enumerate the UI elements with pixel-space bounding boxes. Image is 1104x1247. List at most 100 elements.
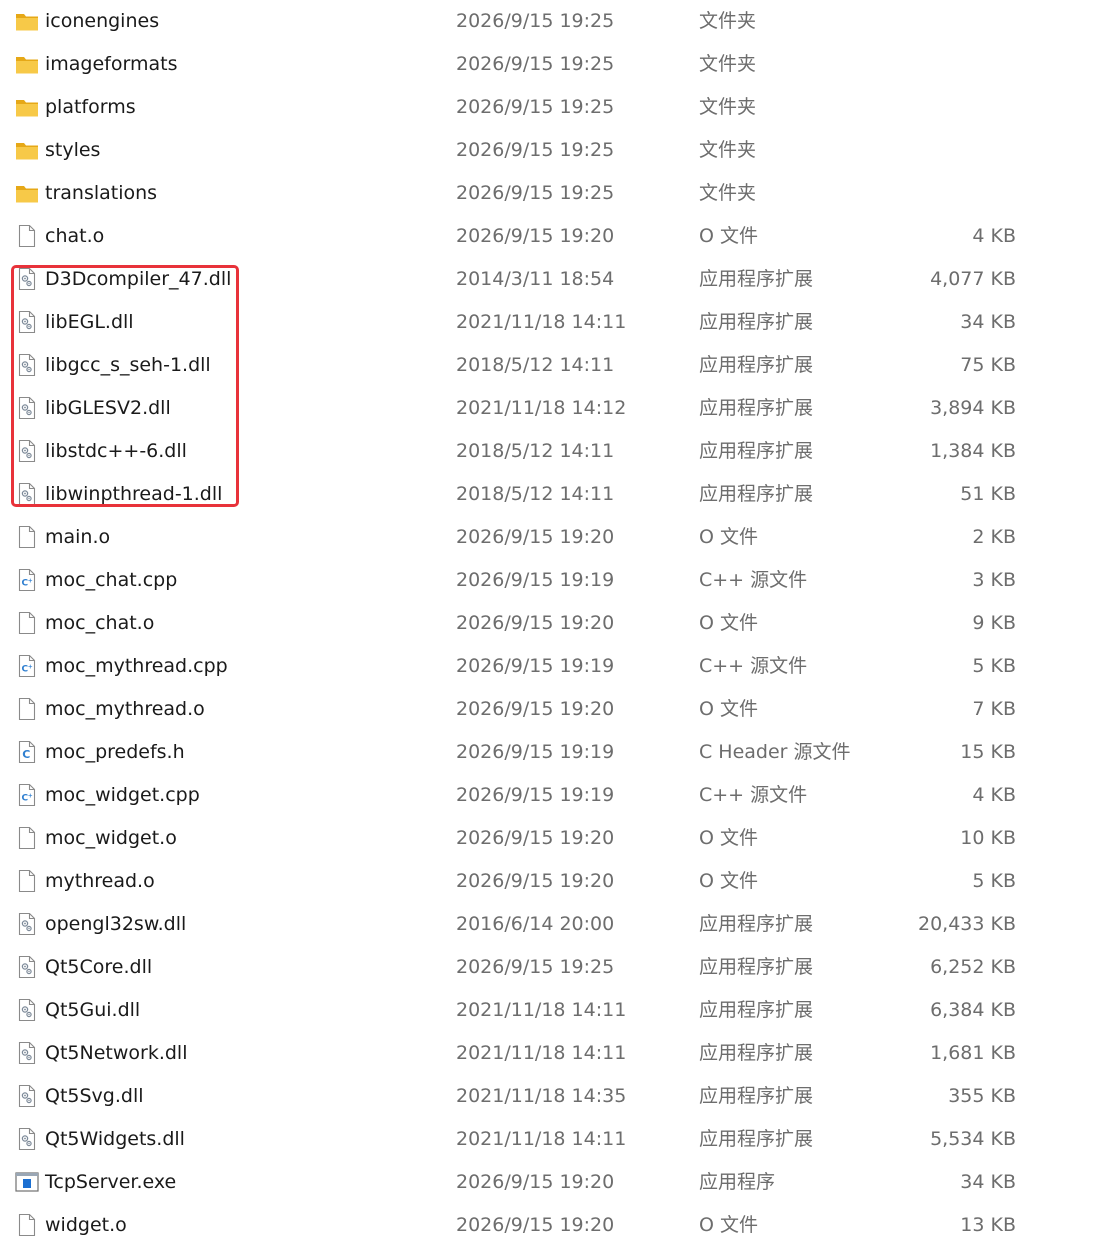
dll-icon: [14, 266, 40, 292]
file-row[interactable]: libwinpthread-1.dll 2018/5/12 14:11 应用程序扩展…: [0, 473, 1104, 516]
file-size: 13 KB: [960, 1214, 1016, 1236]
file-name: Qt5Core.dll: [45, 956, 153, 978]
file-size: 75 KB: [960, 354, 1016, 376]
dll-icon: [14, 1040, 40, 1066]
modified-date: 2021/11/18 14:11: [456, 999, 627, 1021]
file-name: moc_widget.o: [45, 827, 177, 849]
file-name: TcpServer.exe: [45, 1171, 177, 1193]
file-type: C Header 源文件: [699, 741, 851, 763]
file-type: 文件夹: [699, 10, 757, 32]
file-type: 文件夹: [699, 53, 757, 75]
file-row[interactable]: Qt5Core.dll 2026/9/15 19:25 应用程序扩展 6,252 KB: [0, 946, 1104, 989]
folder-icon: [14, 51, 40, 77]
svg-text:+: +: [28, 793, 33, 800]
folder-icon: [14, 8, 40, 34]
file-row[interactable]: styles 2026/9/15 19:25 文件夹: [0, 129, 1104, 172]
file-row[interactable]: imageformats 2026/9/15 19:25 文件夹: [0, 43, 1104, 86]
modified-date: 2014/3/11 18:54: [456, 268, 615, 290]
file-size: 15 KB: [960, 741, 1016, 763]
file-type: O 文件: [699, 1214, 758, 1236]
file-list: iconengines 2026/9/15 19:25 文件夹 imageforma…: [0, 0, 1104, 1247]
dll-icon: [14, 1083, 40, 1109]
file-size: 4 KB: [972, 784, 1016, 806]
file-type: 应用程序扩展: [699, 999, 814, 1021]
file-row[interactable]: C + moc_chat.cpp 2026/9/15 19:19 C++ 源文件 3 …: [0, 559, 1104, 602]
file-row[interactable]: C moc_predefs.h 2026/9/15 19:19 C Header 源…: [0, 731, 1104, 774]
file-row[interactable]: moc_chat.o 2026/9/15 19:20 O 文件 9 KB: [0, 602, 1104, 645]
file-name: D3Dcompiler_47.dll: [45, 268, 232, 290]
file-row[interactable]: libstdc++-6.dll 2018/5/12 14:11 应用程序扩展 1,38…: [0, 430, 1104, 473]
cpp-file-icon: C +: [14, 567, 40, 593]
file-name: Qt5Widgets.dll: [45, 1128, 185, 1150]
file-row[interactable]: moc_mythread.o 2026/9/15 19:20 O 文件 7 KB: [0, 688, 1104, 731]
file-name: platforms: [45, 96, 136, 118]
file-size: 6,384 KB: [930, 999, 1016, 1021]
dll-icon: [14, 395, 40, 421]
file-name: iconengines: [45, 10, 160, 32]
file-row[interactable]: Qt5Gui.dll 2021/11/18 14:11 应用程序扩展 6,384 KB: [0, 989, 1104, 1032]
file-name: libgcc_s_seh-1.dll: [45, 354, 211, 376]
modified-date: 2026/9/15 19:20: [456, 612, 615, 634]
dll-icon: [14, 911, 40, 937]
file-size: 355 KB: [948, 1085, 1016, 1107]
file-row[interactable]: Qt5Widgets.dll 2021/11/18 14:11 应用程序扩展 5,53…: [0, 1118, 1104, 1161]
file-size: 51 KB: [960, 483, 1016, 505]
file-row[interactable]: C + moc_widget.cpp 2026/9/15 19:19 C++ 源文件…: [0, 774, 1104, 817]
file-row[interactable]: libEGL.dll 2021/11/18 14:11 应用程序扩展 34 KB: [0, 301, 1104, 344]
file-row[interactable]: Qt5Network.dll 2021/11/18 14:11 应用程序扩展 1,68…: [0, 1032, 1104, 1075]
file-name: moc_chat.o: [45, 612, 155, 634]
folder-icon: [14, 137, 40, 163]
file-size: 3 KB: [972, 569, 1016, 591]
file-name: Qt5Svg.dll: [45, 1085, 144, 1107]
file-row[interactable]: libgcc_s_seh-1.dll 2018/5/12 14:11 应用程序扩展 7…: [0, 344, 1104, 387]
dll-icon: [14, 954, 40, 980]
file-name: libstdc++-6.dll: [45, 440, 187, 462]
modified-date: 2026/9/15 19:19: [456, 569, 615, 591]
file-row[interactable]: C + moc_mythread.cpp 2026/9/15 19:19 C++ 源…: [0, 645, 1104, 688]
file-row[interactable]: D3Dcompiler_47.dll 2014/3/11 18:54 应用程序扩展 4…: [0, 258, 1104, 301]
file-row[interactable]: chat.o 2026/9/15 19:20 O 文件 4 KB: [0, 215, 1104, 258]
file-name: main.o: [45, 526, 111, 548]
file-row[interactable]: libGLESV2.dll 2021/11/18 14:12 应用程序扩展 3,894…: [0, 387, 1104, 430]
modified-date: 2026/9/15 19:20: [456, 225, 615, 247]
file-row[interactable]: translations 2026/9/15 19:25 文件夹: [0, 172, 1104, 215]
file-row[interactable]: platforms 2026/9/15 19:25 文件夹: [0, 86, 1104, 129]
file-name: moc_widget.cpp: [45, 784, 200, 806]
file-type: 应用程序扩展: [699, 440, 814, 462]
file-row[interactable]: Qt5Svg.dll 2021/11/18 14:35 应用程序扩展 355 KB: [0, 1075, 1104, 1118]
header-file-icon: C: [14, 739, 40, 765]
file-size: 5 KB: [972, 870, 1016, 892]
file-row[interactable]: iconengines 2026/9/15 19:25 文件夹: [0, 0, 1104, 43]
file-size: 1,384 KB: [930, 440, 1016, 462]
file-size: 5 KB: [972, 655, 1016, 677]
file-type: 应用程序扩展: [699, 397, 814, 419]
file-row[interactable]: TcpServer.exe 2026/9/15 19:20 应用程序 34 KB: [0, 1161, 1104, 1204]
file-row[interactable]: widget.o 2026/9/15 19:20 O 文件 13 KB: [0, 1204, 1104, 1247]
modified-date: 2026/9/15 19:19: [456, 741, 615, 763]
file-type: 应用程序扩展: [699, 483, 814, 505]
modified-date: 2021/11/18 14:12: [456, 397, 627, 419]
modified-date: 2026/9/15 19:25: [456, 53, 615, 75]
file-row[interactable]: opengl32sw.dll 2016/6/14 20:00 应用程序扩展 20,43…: [0, 903, 1104, 946]
file-size: 4,077 KB: [930, 268, 1016, 290]
file-size: 5,534 KB: [930, 1128, 1016, 1150]
file-name: libwinpthread-1.dll: [45, 483, 223, 505]
file-row[interactable]: moc_widget.o 2026/9/15 19:20 O 文件 10 KB: [0, 817, 1104, 860]
file-type: O 文件: [699, 698, 758, 720]
modified-date: 2016/6/14 20:00: [456, 913, 615, 935]
file-type: 应用程序扩展: [699, 268, 814, 290]
file-row[interactable]: mythread.o 2026/9/15 19:20 O 文件 5 KB: [0, 860, 1104, 903]
file-type: C++ 源文件: [699, 569, 808, 591]
file-size: 20,433 KB: [917, 913, 1016, 935]
file-name: chat.o: [45, 225, 105, 247]
file-size: 3,894 KB: [930, 397, 1016, 419]
cpp-file-icon: C +: [14, 782, 40, 808]
file-name: Qt5Gui.dll: [45, 999, 141, 1021]
file-icon: [14, 696, 40, 722]
modified-date: 2021/11/18 14:11: [456, 311, 627, 333]
file-row[interactable]: main.o 2026/9/15 19:20 O 文件 2 KB: [0, 516, 1104, 559]
folder-icon: [14, 180, 40, 206]
file-icon: [14, 524, 40, 550]
modified-date: 2018/5/12 14:11: [456, 354, 615, 376]
modified-date: 2021/11/18 14:35: [456, 1085, 627, 1107]
